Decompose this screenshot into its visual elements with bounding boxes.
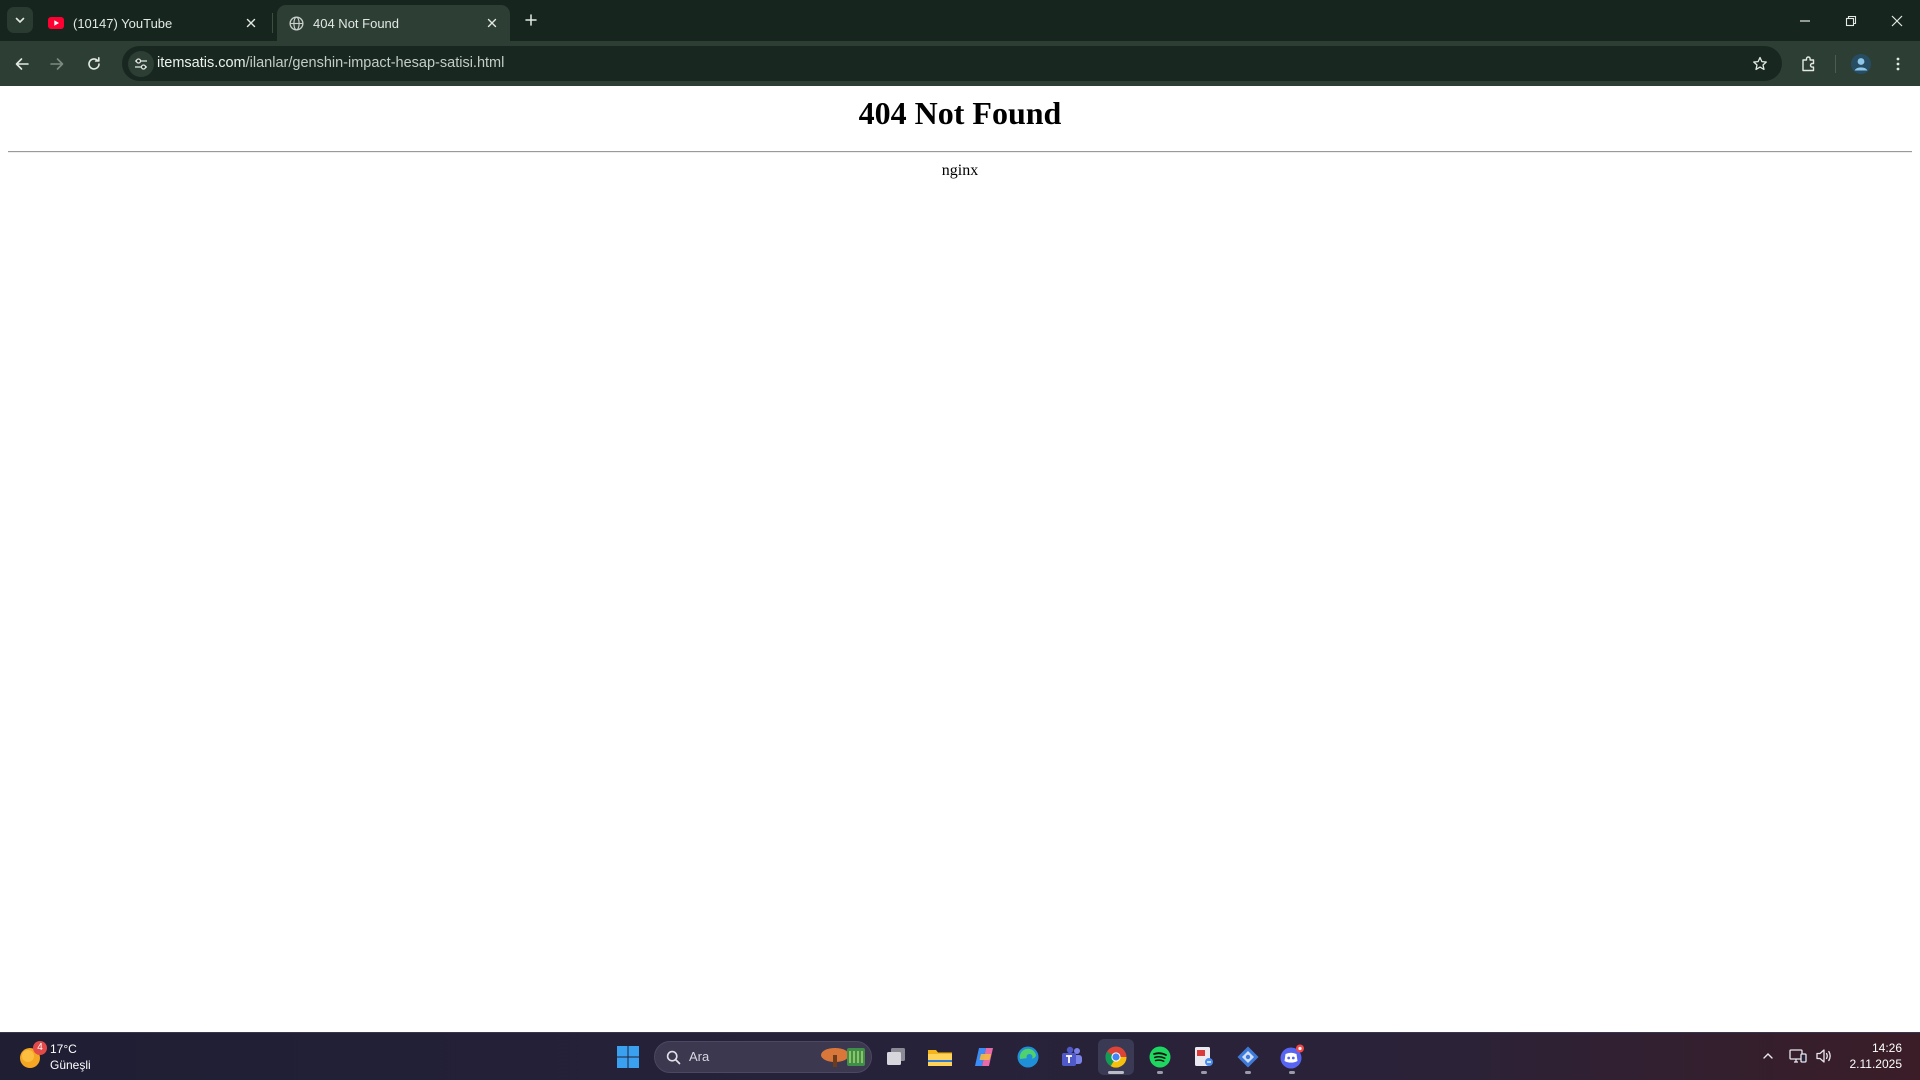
page-content: 404 Not Found nginx <box>0 86 1920 1032</box>
tab-404-not-found[interactable]: 404 Not Found <box>277 5 510 41</box>
snipping-tool-button[interactable] <box>1186 1039 1222 1075</box>
close-tab-icon[interactable] <box>484 15 500 31</box>
running-indicator <box>1157 1071 1163 1074</box>
running-indicator <box>1201 1071 1207 1074</box>
profile-button[interactable] <box>1846 49 1876 79</box>
tab-title: 404 Not Found <box>313 15 400 31</box>
network-button[interactable] <box>1786 1043 1810 1069</box>
clock-date: 2.11.2025 <box>1849 1057 1903 1071</box>
file-explorer-icon <box>928 1050 952 1066</box>
new-tab-button[interactable] <box>520 9 542 31</box>
server-signature: nginx <box>941 162 979 179</box>
tab-title: (10147) YouTube <box>73 15 173 31</box>
close-window-button[interactable] <box>1874 0 1920 41</box>
plus-icon <box>525 14 537 26</box>
spotify-button[interactable] <box>1142 1039 1178 1075</box>
volume-icon <box>1816 1049 1831 1063</box>
task-view-button[interactable] <box>878 1039 914 1075</box>
url-host: itemsatis.com <box>157 55 246 71</box>
restore-icon <box>1845 15 1857 26</box>
site-info-button[interactable] <box>128 51 154 77</box>
puzzle-icon <box>1802 56 1815 72</box>
url-text[interactable]: itemsatis.com/ilanlar/genshin-impact-hes… <box>157 46 504 81</box>
restore-button[interactable] <box>1828 0 1874 41</box>
reload-button[interactable] <box>79 49 109 79</box>
taskbar-search[interactable]: Ara <box>654 1041 872 1073</box>
task-view-icon <box>887 1048 905 1065</box>
running-indicator <box>1108 1071 1124 1074</box>
discord-icon <box>1280 1044 1304 1069</box>
chrome-icon <box>1105 1046 1127 1068</box>
divider <box>8 151 1912 153</box>
page-title: 404 Not Found <box>858 95 1062 131</box>
copilot-icon <box>975 1048 993 1066</box>
network-icon <box>1789 1049 1807 1063</box>
chevron-down-icon <box>15 17 25 24</box>
edge-button[interactable] <box>1010 1039 1046 1075</box>
clock[interactable]: 14:26 2.11.2025 <box>1850 1040 1903 1072</box>
search-highlight-icon <box>821 1048 865 1067</box>
minimize-button[interactable] <box>1782 0 1828 41</box>
bookmark-button[interactable] <box>1746 50 1774 78</box>
spotify-icon <box>1149 1046 1171 1068</box>
tab-strip: (10147) YouTube 404 Not Found <box>0 0 1920 41</box>
reload-icon <box>88 57 100 70</box>
weather-condition: Güneşli <box>50 1058 91 1072</box>
chevron-up-icon <box>1763 1053 1773 1059</box>
windows-start-icon <box>617 1046 639 1068</box>
clock-time: 14:26 <box>1871 1041 1902 1055</box>
snipping-tool-icon <box>1195 1047 1213 1066</box>
tune-icon <box>135 58 147 70</box>
arrow-right-icon <box>50 58 64 70</box>
forward-button[interactable] <box>42 49 72 79</box>
search-placeholder: Ara <box>689 1049 710 1064</box>
file-explorer-button[interactable] <box>922 1039 958 1075</box>
close-icon <box>1891 15 1903 26</box>
search-icon <box>666 1050 681 1065</box>
taskbar: 4 17°C Güneşli Ara 14:26 2.11.2025 <box>0 1032 1920 1080</box>
copilot-button[interactable] <box>966 1039 1002 1075</box>
close-tab-icon[interactable] <box>243 15 259 31</box>
arrow-left-icon <box>15 58 29 70</box>
browser-toolbar: itemsatis.com/ilanlar/genshin-impact-hes… <box>0 41 1920 86</box>
app-button[interactable] <box>1230 1039 1266 1075</box>
running-indicator <box>1245 1071 1251 1074</box>
teams-button[interactable] <box>1054 1039 1090 1075</box>
extensions-button[interactable] <box>1794 49 1824 79</box>
chrome-button[interactable] <box>1098 1039 1134 1075</box>
profile-avatar-icon <box>1851 54 1871 74</box>
app-icon <box>1237 1046 1259 1068</box>
more-vertical-icon <box>1896 57 1900 71</box>
edge-icon <box>1017 1046 1039 1068</box>
teams-icon <box>1062 1046 1082 1066</box>
star-icon <box>1753 56 1767 71</box>
globe-icon <box>288 15 304 31</box>
weather-widget[interactable]: 4 17°C Güneşli <box>18 1039 128 1075</box>
menu-button[interactable] <box>1883 49 1913 79</box>
url-path: /ilanlar/genshin-impact-hesap-satisi.htm… <box>245 55 505 71</box>
show-hidden-icons-button[interactable] <box>1756 1043 1780 1069</box>
back-button[interactable] <box>7 49 37 79</box>
tab-youtube[interactable]: (10147) YouTube <box>37 5 269 41</box>
address-bar[interactable]: itemsatis.com/ilanlar/genshin-impact-hes… <box>122 46 1782 81</box>
weather-temperature: 17°C <box>50 1042 77 1056</box>
tab-divider <box>272 13 273 33</box>
tab-search-button[interactable] <box>7 7 33 33</box>
minimize-icon <box>1800 19 1810 22</box>
toolbar-separator <box>1835 55 1836 73</box>
youtube-icon <box>48 15 64 31</box>
start-button[interactable] <box>610 1039 646 1075</box>
volume-button[interactable] <box>1812 1043 1836 1069</box>
discord-button[interactable] <box>1274 1039 1310 1075</box>
weather-badge: 4 <box>33 1041 47 1055</box>
running-indicator <box>1289 1071 1295 1074</box>
